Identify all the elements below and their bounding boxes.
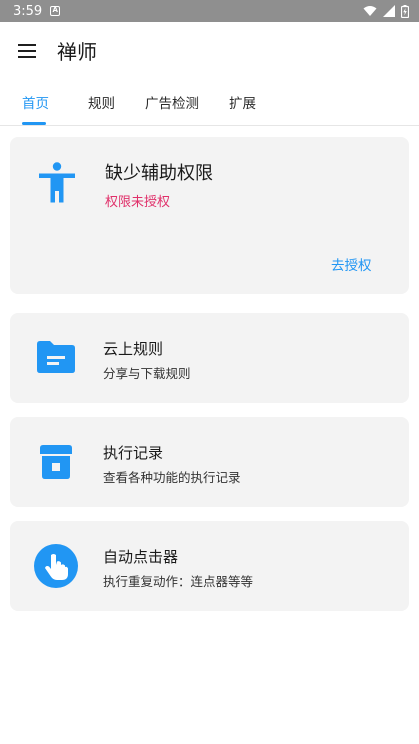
status-bar: 3:59 A (0, 0, 419, 22)
tab-rules[interactable]: 规则 (88, 82, 115, 126)
authorize-button[interactable]: 去授权 (331, 254, 372, 274)
accessibility-status: 权限未授权 (105, 195, 171, 210)
tab-home[interactable]: 首页 (22, 82, 49, 126)
tab-indicator (22, 122, 46, 125)
battery-icon (401, 4, 409, 18)
cloud-rules-title: 云上规则 (103, 340, 164, 358)
app-title: 禅师 (57, 40, 97, 64)
execution-records-card[interactable]: 执行记录 查看各种功能的执行记录 (10, 417, 409, 507)
archive-icon (40, 445, 72, 479)
auto-clicker-card[interactable]: 自动点击器 执行重复动作：连点器等等 (10, 521, 409, 611)
auto-clicker-subtitle: 执行重复动作：连点器等等 (103, 574, 254, 589)
accessibility-title: 缺少辅助权限 (105, 163, 213, 184)
accessibility-icon (39, 162, 75, 203)
tab-ad-detection[interactable]: 广告检测 (145, 82, 199, 126)
touch-icon (34, 544, 78, 588)
hamburger-menu-icon (18, 44, 36, 58)
execution-records-title: 执行记录 (103, 444, 164, 462)
tab-extensions[interactable]: 扩展 (229, 82, 256, 126)
execution-records-subtitle: 查看各种功能的执行记录 (103, 470, 241, 485)
app-bar: 禅师 (0, 22, 419, 82)
tab-bar: 首页 规则 广告检测 扩展 (0, 82, 419, 126)
cloud-rules-subtitle: 分享与下载规则 (103, 366, 191, 381)
status-time: 3:59 (13, 3, 43, 19)
folder-icon (37, 341, 75, 373)
signal-icon (383, 5, 395, 17)
accessibility-card: 缺少辅助权限 权限未授权 去授权 (10, 137, 409, 294)
notification-icon: A (50, 6, 61, 16)
status-icons (363, 4, 409, 18)
menu-button[interactable] (12, 36, 42, 66)
wifi-icon (363, 6, 377, 16)
auto-clicker-title: 自动点击器 (103, 548, 179, 566)
cloud-rules-card[interactable]: 云上规则 分享与下载规则 (10, 313, 409, 403)
